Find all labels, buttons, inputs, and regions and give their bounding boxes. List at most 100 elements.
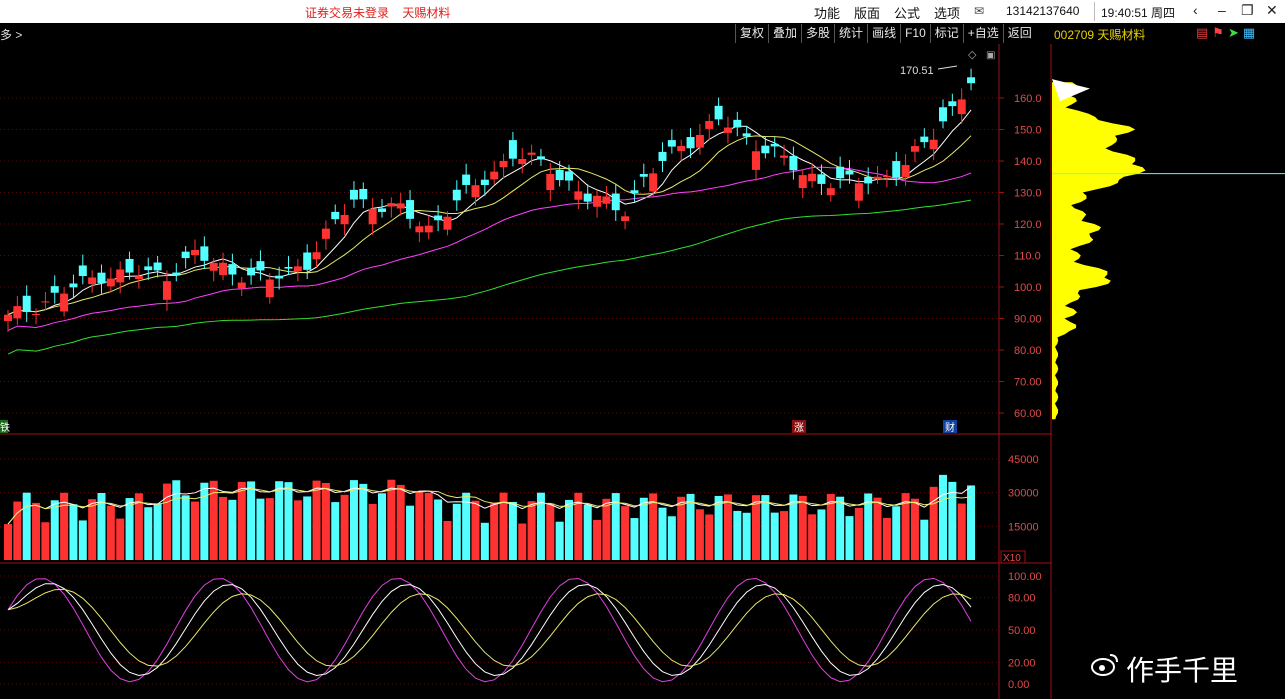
volume-bar [41, 522, 50, 560]
candle-body [873, 176, 882, 179]
candle-body [686, 137, 695, 149]
candle-body [826, 188, 835, 196]
info-icon[interactable]: ▤ [1196, 25, 1208, 41]
candle-body [256, 261, 265, 271]
candle-body [882, 176, 891, 178]
draw-line-button[interactable]: 画线 [867, 24, 900, 43]
candle-body [378, 208, 386, 212]
add-watchlist-button[interactable]: +自选 [962, 24, 1003, 43]
restore-rights-button[interactable]: 复权 [735, 24, 768, 43]
return-button[interactable]: 返回 [1002, 24, 1036, 43]
kdj-tick-label: 20.00 [1008, 657, 1036, 669]
volume-bar [621, 506, 630, 560]
restore-icon[interactable]: ❐ [1241, 2, 1254, 19]
candle-body [808, 173, 817, 182]
login-warning[interactable]: 证券交易未登录 天赐材料 [305, 4, 460, 21]
candle-body [892, 161, 901, 178]
candle-body [406, 200, 415, 219]
volume-bar [948, 481, 957, 560]
volume-bar [957, 503, 966, 560]
volume-bar [434, 499, 443, 560]
flag-icon[interactable]: ⚑ [1212, 25, 1224, 41]
price-tick-label: 100.0 [1014, 282, 1042, 294]
f10-button[interactable]: F10 [900, 24, 930, 43]
volume-bar [910, 498, 919, 560]
volume-bar [116, 518, 125, 560]
volume-bar [939, 474, 947, 560]
volume-bar [22, 492, 31, 560]
volume-bar [733, 510, 742, 560]
price-tick-label: 130.0 [1014, 188, 1042, 200]
volume-bar [106, 505, 115, 560]
volume-bar [237, 481, 246, 560]
title-bar: 证券交易未登录 天赐材料 功能 版面 公式 选项 ✉ 13142137640 1… [0, 0, 1285, 24]
volume-bar [527, 501, 536, 560]
volume-bar [630, 518, 639, 560]
volume-bar [144, 507, 153, 560]
kline-chart[interactable]: 160.0 150.0 140.0 130.0 120.0 110.0 100.0 90.00… [0, 44, 1285, 699]
price-tick-label: 70.00 [1014, 377, 1042, 389]
menu-item-layout[interactable]: 版面 [854, 3, 880, 22]
event-marker-cai[interactable]: 财 [943, 420, 957, 434]
candle-body [480, 179, 489, 186]
svg-text:涨: 涨 [794, 422, 804, 434]
candle-body [247, 268, 256, 276]
candle-body [60, 293, 69, 312]
weibo-icon [1091, 654, 1118, 676]
candle-body [854, 183, 863, 201]
moving-averages [7, 109, 972, 355]
candle-body [742, 133, 751, 137]
kdj-tick-label: 100.00 [1008, 571, 1042, 583]
candle-body [452, 189, 461, 201]
multi-period-toggle[interactable]: 多 > [0, 26, 22, 43]
candle-body [237, 282, 246, 289]
mark-button[interactable]: 标记 [929, 24, 963, 43]
candle-body [125, 258, 134, 273]
candle-body [864, 177, 873, 184]
candlesticks [4, 68, 976, 333]
multi-stock-button[interactable]: 多股 [801, 24, 834, 43]
volume-bar [424, 492, 433, 560]
overlay-button[interactable]: 叠加 [768, 24, 801, 43]
volume-bar [293, 500, 302, 560]
event-marker-zhang[interactable]: 涨 [792, 420, 806, 434]
volume-bar [191, 501, 199, 560]
ma-line-20 [7, 166, 972, 331]
candle-body [695, 134, 704, 148]
candle-body [546, 173, 555, 191]
volume-bar [471, 500, 480, 560]
candle-body [658, 151, 667, 161]
mail-icon[interactable]: ✉ [974, 4, 984, 18]
menu-item-function[interactable]: 功能 [814, 3, 840, 22]
volume-profile-shape [1052, 82, 1146, 420]
volume-bar [845, 516, 854, 560]
event-marker-tie[interactable]: 铁 [0, 420, 10, 434]
menu-item-formula[interactable]: 公式 [894, 3, 920, 22]
back-arrow-icon[interactable]: ‹ [1193, 2, 1198, 18]
statistics-button[interactable]: 统计 [834, 24, 867, 43]
tool-icons: ▤ ⚑ ➤ ▦ [1196, 25, 1259, 41]
arrow-icon[interactable]: ➤ [1228, 25, 1239, 41]
volume-bar [265, 498, 274, 560]
volume-bar [387, 479, 396, 560]
panel-toggle-icon[interactable]: ▣ [986, 50, 995, 61]
candle-body [88, 277, 97, 284]
candle-body [490, 171, 499, 180]
menu-item-options[interactable]: 选项 [934, 3, 960, 22]
candle-body [153, 262, 162, 271]
diamond-icon[interactable]: ◇ [968, 49, 977, 61]
candle-body [630, 190, 639, 194]
close-icon[interactable]: ✕ [1266, 2, 1278, 19]
title-stock-name: 天赐材料 [402, 6, 451, 20]
volume-bar [593, 519, 602, 560]
grid-icon[interactable]: ▦ [1243, 25, 1255, 41]
volume-bar [565, 499, 573, 560]
candle-body [359, 188, 368, 200]
candle-body [836, 166, 845, 179]
price-tick-label: 140.0 [1014, 156, 1042, 168]
candle-body [948, 101, 957, 107]
volume-bar [172, 480, 181, 560]
volume-bar [742, 512, 751, 560]
candle-body [78, 265, 87, 277]
minimize-icon[interactable]: – [1218, 2, 1226, 18]
